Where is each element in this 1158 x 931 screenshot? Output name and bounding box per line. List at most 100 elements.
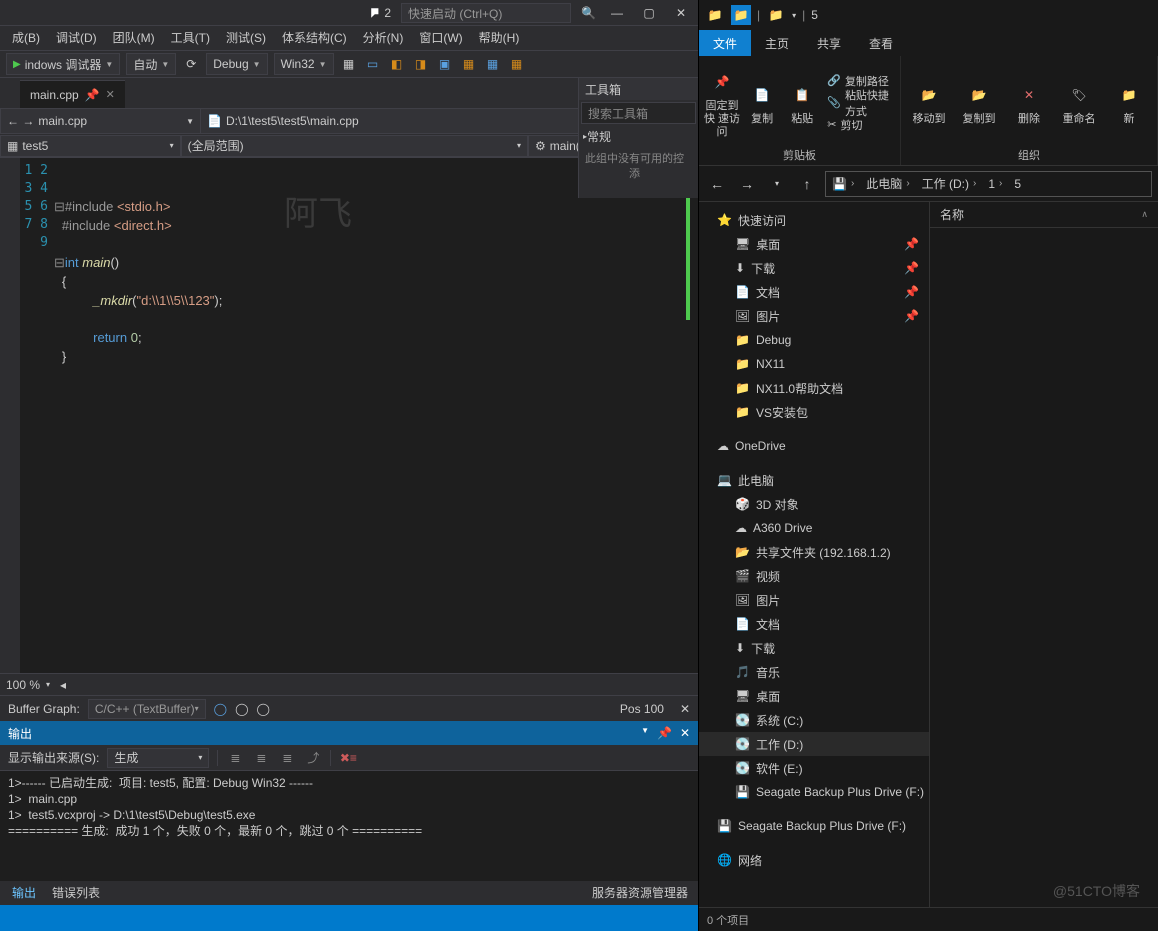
tree-thispc[interactable]: 💻此电脑: [699, 468, 929, 492]
zoom-value[interactable]: 100 %: [6, 678, 40, 692]
tree-quick-1[interactable]: ⬇下载📌: [699, 256, 929, 280]
buf-icon-2[interactable]: ◯: [235, 702, 248, 716]
tab-main-cpp[interactable]: main.cpp📌✕: [20, 80, 125, 108]
chevron-down-icon[interactable]: ▼: [641, 726, 649, 740]
tree-quick-2[interactable]: 📄文档📌: [699, 280, 929, 304]
tree-pc-3[interactable]: 🎬视频: [699, 564, 929, 588]
bc-seg-1[interactable]: 工作 (D:)›: [916, 172, 983, 196]
refresh-icon[interactable]: ⟳: [182, 55, 200, 73]
column-header[interactable]: 名称∧: [930, 202, 1158, 228]
bc-seg-3[interactable]: 5: [1008, 172, 1027, 196]
tree-quick-access[interactable]: ⭐快速访问: [699, 208, 929, 232]
menu-team[interactable]: 团队(M): [105, 27, 163, 49]
tab-home[interactable]: 主页: [751, 30, 803, 56]
minimize-button[interactable]: —: [606, 6, 628, 20]
tab-output[interactable]: 输出: [4, 882, 44, 904]
menu-debug[interactable]: 调试(D): [48, 27, 105, 49]
config1-dropdown[interactable]: 自动▼: [126, 53, 176, 75]
output-src-dropdown[interactable]: 生成▾: [107, 748, 209, 768]
tree-quick-6[interactable]: 📁NX11.0帮助文档: [699, 376, 929, 400]
server-explorer[interactable]: 服务器资源管理器: [586, 882, 694, 904]
menu-help[interactable]: 帮助(H): [471, 27, 528, 49]
tree-onedrive[interactable]: ☁OneDrive: [699, 434, 929, 458]
bc-drive-icon[interactable]: 💾›: [826, 172, 860, 196]
tree-pc-4[interactable]: 🖼图片: [699, 588, 929, 612]
pin-icon[interactable]: 📌: [657, 726, 672, 740]
tb-icon-4[interactable]: ◨: [412, 55, 430, 73]
menu-build[interactable]: 成(B): [4, 27, 48, 49]
tree-quick-4[interactable]: 📁Debug: [699, 328, 929, 352]
menu-test[interactable]: 测试(S): [218, 27, 274, 49]
out-tb-4[interactable]: ⤴: [304, 749, 322, 766]
tab-share[interactable]: 共享: [803, 30, 855, 56]
notification-flag[interactable]: 2: [370, 6, 391, 20]
tree-pc-8[interactable]: 🖥桌面: [699, 684, 929, 708]
out-tb-2[interactable]: ≣: [252, 751, 270, 765]
tree-pc-6[interactable]: ⬇下载: [699, 636, 929, 660]
config-dropdown[interactable]: Debug▼: [206, 53, 267, 75]
file-list[interactable]: 名称∧: [929, 202, 1158, 907]
out-tb-1[interactable]: ≣: [226, 751, 244, 765]
copyto-button[interactable]: 📂复制到: [955, 79, 1003, 126]
debugger-dropdown[interactable]: ▶indows 调试器▼: [6, 53, 120, 75]
tb-icon-7[interactable]: ▦: [484, 55, 502, 73]
maximize-button[interactable]: ▢: [638, 6, 660, 20]
nav-file[interactable]: ← → main.cpp▼: [1, 109, 201, 133]
paste-button[interactable]: 📋粘贴: [783, 79, 821, 126]
menu-architecture[interactable]: 体系结构(C): [274, 27, 355, 49]
search-icon[interactable]: 🔍: [581, 6, 596, 20]
tree-pc-5[interactable]: 📄文档: [699, 612, 929, 636]
tree-pc-2[interactable]: 📂共享文件夹 (192.168.1.2): [699, 540, 929, 564]
buf-icon-1[interactable]: ◯: [214, 702, 227, 716]
code-content[interactable]: 阿飞⊟#include <stdio.h> #include <direct.h…: [54, 158, 698, 673]
tree-quick-5[interactable]: 📁NX11: [699, 352, 929, 376]
tree-pc-9[interactable]: 💽系统 (C:): [699, 708, 929, 732]
tree-pc-0[interactable]: 🎲3D 对象: [699, 492, 929, 516]
copy-button[interactable]: 📄复制: [743, 79, 781, 126]
new-button[interactable]: 📁新: [1105, 79, 1153, 126]
toolbox-header[interactable]: 工具箱: [579, 78, 698, 100]
menu-window[interactable]: 窗口(W): [411, 27, 470, 49]
tb-icon-5[interactable]: ▣: [436, 55, 454, 73]
toolbox-category[interactable]: ▸ 常规: [579, 126, 698, 146]
pin-icon[interactable]: 📌: [85, 88, 100, 102]
nav-tree[interactable]: ⭐快速访问🖥桌面📌⬇下载📌📄文档📌🖼图片📌📁Debug📁NX11📁NX11.0帮…: [699, 202, 929, 907]
close-icon[interactable]: ✕: [680, 726, 690, 740]
tree-quick-7[interactable]: 📁VS安装包: [699, 400, 929, 424]
tab-file[interactable]: 文件: [699, 30, 751, 56]
buf-icon-3[interactable]: ◯: [257, 702, 270, 716]
out-tb-clear[interactable]: ✖≡: [339, 751, 357, 765]
back-button[interactable]: ←: [705, 172, 729, 196]
rename-button[interactable]: 🏷重命名: [1055, 79, 1103, 126]
buffer-dropdown[interactable]: C/C++ (TextBuffer) ▾: [88, 699, 206, 719]
pin-quick-access[interactable]: 📌固定到快 速访问: [703, 66, 741, 139]
up-button[interactable]: ↑: [795, 172, 819, 196]
tb-icon-1[interactable]: ▦: [340, 55, 358, 73]
tree-quick-0[interactable]: 🖥桌面📌: [699, 232, 929, 256]
menu-tools[interactable]: 工具(T): [163, 27, 218, 49]
toolbox-search[interactable]: 搜索工具箱: [581, 102, 696, 124]
tb-icon-6[interactable]: ▦: [460, 55, 478, 73]
tree-quick-3[interactable]: 🖼图片📌: [699, 304, 929, 328]
breadcrumb[interactable]: 💾› 此电脑› 工作 (D:)› 1› 5: [825, 171, 1152, 197]
tab-view[interactable]: 查看: [855, 30, 907, 56]
delete-button[interactable]: ✕删除: [1005, 79, 1053, 126]
tree-pc-1[interactable]: ☁A360 Drive: [699, 516, 929, 540]
scope-project[interactable]: ▦ test5▾: [0, 135, 181, 157]
code-editor[interactable]: 1 2 3 4 5 6 7 8 9 阿飞⊟#include <stdio.h> …: [0, 158, 698, 673]
tree-network[interactable]: 🌐网络: [699, 848, 929, 872]
tb-icon-8[interactable]: ▦: [508, 55, 526, 73]
bc-seg-2[interactable]: 1›: [982, 172, 1008, 196]
tb-icon-2[interactable]: ▭: [364, 55, 382, 73]
paste-shortcut[interactable]: 📎 粘贴快捷方式: [823, 93, 896, 113]
tree-pc-11[interactable]: 💽软件 (E:): [699, 756, 929, 780]
moveto-button[interactable]: 📂移动到: [905, 79, 953, 126]
platform-dropdown[interactable]: Win32▼: [274, 53, 334, 75]
tab-errorlist[interactable]: 错误列表: [44, 882, 108, 904]
tree-extra-0[interactable]: 💾Seagate Backup Plus Drive (F:): [699, 814, 929, 838]
tb-icon-3[interactable]: ◧: [388, 55, 406, 73]
scope-scope[interactable]: (全局范围)▾: [181, 135, 528, 157]
tree-pc-7[interactable]: 🎵音乐: [699, 660, 929, 684]
chevron-down-icon[interactable]: ▾: [792, 11, 796, 20]
bc-seg-0[interactable]: 此电脑›: [860, 172, 915, 196]
